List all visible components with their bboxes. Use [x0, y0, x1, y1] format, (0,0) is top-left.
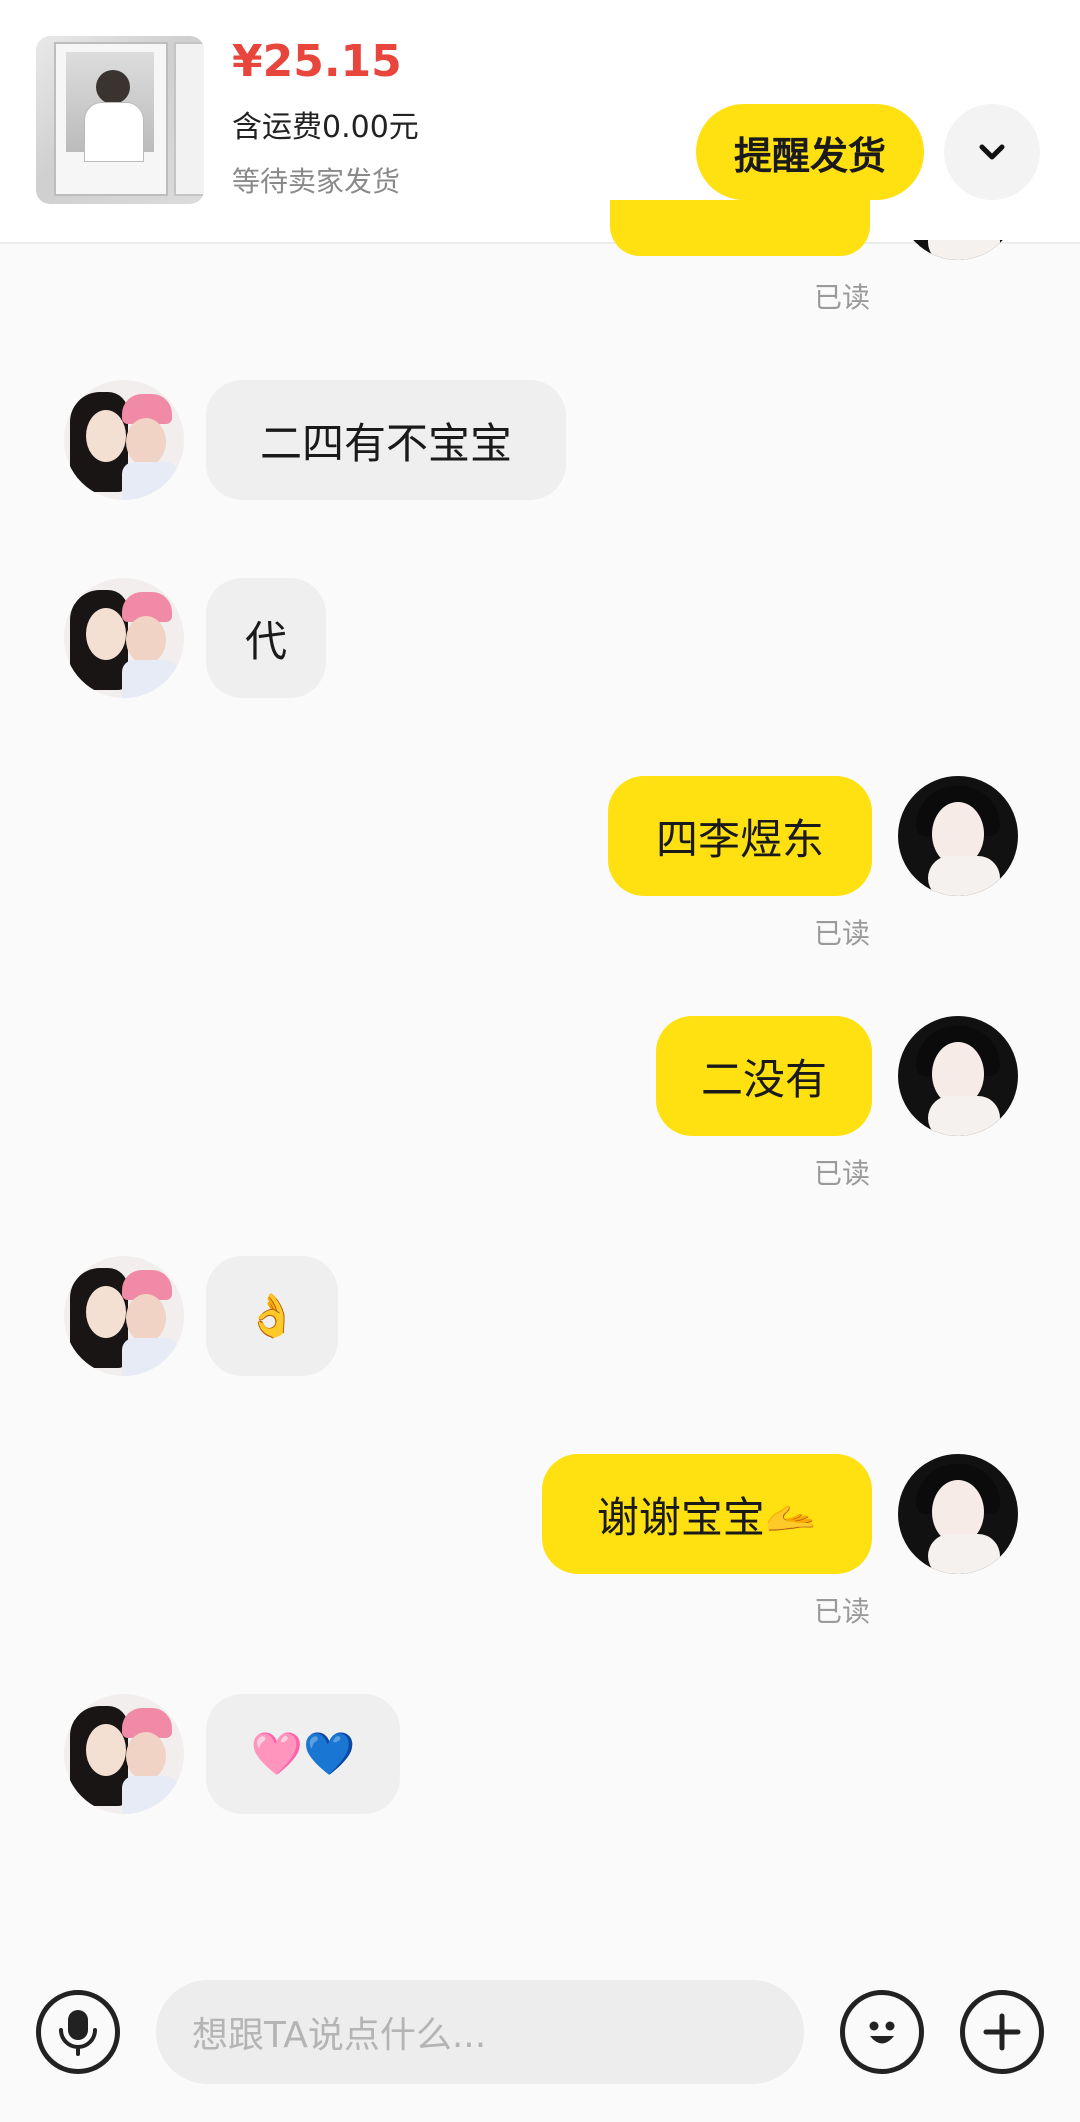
contact-avatar[interactable]: [64, 1256, 184, 1376]
remind-ship-button[interactable]: 提醒发货: [696, 104, 924, 200]
my-avatar[interactable]: [898, 1016, 1018, 1136]
photocard-image: [54, 42, 168, 196]
message-bubble[interactable]: 四李煜东: [608, 776, 872, 896]
read-receipt: 已读: [814, 1157, 871, 1190]
expand-button[interactable]: [944, 104, 1040, 200]
chevron-down-icon: [979, 144, 1005, 160]
message-bubble[interactable]: 二四有不宝宝: [206, 380, 566, 500]
message-bubble[interactable]: 代: [206, 578, 326, 698]
contact-avatar[interactable]: [64, 1694, 184, 1814]
message-bubble[interactable]: 👌: [206, 1256, 338, 1376]
contact-avatar[interactable]: [64, 578, 184, 698]
order-price: ¥25.15: [232, 36, 402, 87]
read-receipt: 已读: [814, 917, 871, 950]
more-button[interactable]: [960, 1990, 1044, 2074]
message-bubble[interactable]: 🩷💙: [206, 1694, 400, 1814]
emoji-button[interactable]: [840, 1990, 924, 2074]
message-bubble[interactable]: 二没有: [656, 1016, 872, 1136]
shipping-fee: 含运费0.00元: [232, 110, 419, 145]
message-bubble[interactable]: 谢谢宝宝🫴: [542, 1454, 872, 1574]
read-receipt: 已读: [814, 281, 871, 314]
smile-icon: [869, 2021, 895, 2044]
microphone-icon: [59, 2010, 97, 2056]
message-input[interactable]: 想跟TA说点什么...: [156, 1980, 804, 2084]
contact-avatar[interactable]: [64, 380, 184, 500]
product-thumbnail[interactable]: [36, 36, 204, 204]
order-header: ¥25.15 含运费0.00元 等待卖家发货 提醒发货: [0, 0, 1080, 244]
my-avatar[interactable]: [898, 1454, 1018, 1574]
my-avatar[interactable]: [898, 776, 1018, 896]
message-bubble-partial[interactable]: [610, 200, 870, 256]
order-status: 等待卖家发货: [232, 165, 401, 198]
read-receipt: 已读: [814, 1595, 871, 1628]
plus-icon: [983, 2013, 1021, 2051]
voice-button[interactable]: [36, 1990, 120, 2074]
